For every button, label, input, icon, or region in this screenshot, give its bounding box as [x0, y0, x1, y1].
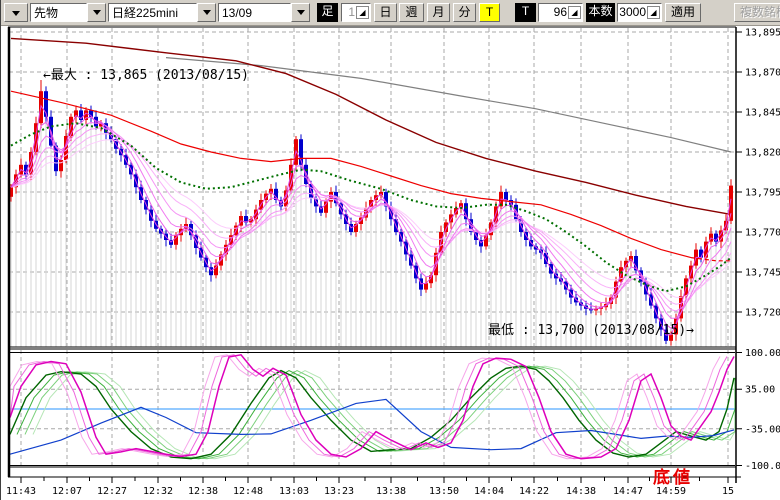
- svg-text:12:48: 12:48: [233, 486, 263, 497]
- svg-text:13,820: 13,820: [745, 148, 780, 159]
- svg-text:15: 15: [722, 486, 734, 497]
- svg-text:12:27: 12:27: [97, 486, 127, 497]
- bars-visible-value: 96: [554, 4, 568, 21]
- svg-text:12:32: 12:32: [143, 486, 173, 497]
- svg-text:-100.00: -100.00: [745, 461, 780, 472]
- period-minute-button[interactable]: 分: [453, 3, 476, 22]
- total-bars-value: 3000: [619, 4, 647, 21]
- contract-select-value: 13/09: [218, 3, 291, 22]
- svg-text:100.00: 100.00: [745, 348, 780, 359]
- svg-text:13,720: 13,720: [745, 308, 780, 319]
- svg-text:13,870: 13,870: [745, 68, 780, 79]
- svg-text:13,895: 13,895: [745, 28, 780, 39]
- symbol-select-value: 日経225mini: [108, 3, 197, 22]
- minute-input[interactable]: 1 ◢: [341, 3, 371, 22]
- svg-text:13,795: 13,795: [745, 188, 780, 199]
- main-chart-pane[interactable]: [9, 27, 736, 347]
- svg-text:13,770: 13,770: [745, 228, 780, 239]
- tick-chart-button[interactable]: T: [479, 3, 500, 22]
- svg-text:13:38: 13:38: [376, 486, 406, 497]
- market-select-value: 先物: [30, 3, 87, 22]
- window-menu-dropdown[interactable]: [4, 3, 28, 22]
- chart-canvas: 13,895 13,870 13,845 13,820 13,795 13,770 13,7…: [1, 25, 780, 500]
- stepper-icon[interactable]: ◢: [568, 6, 581, 19]
- svg-text:12:38: 12:38: [188, 486, 218, 497]
- period-week-button[interactable]: 週: [399, 3, 424, 22]
- chevron-down-icon: [203, 10, 211, 15]
- svg-text:35.00: 35.00: [745, 385, 775, 396]
- market-select[interactable]: 先物: [30, 3, 106, 22]
- chevron-down-icon: [93, 10, 101, 15]
- symbol-select-arrow[interactable]: [197, 3, 216, 22]
- svg-text:13,745: 13,745: [745, 268, 780, 279]
- oscillator-pane[interactable]: [9, 349, 736, 467]
- svg-text:11:43: 11:43: [6, 486, 36, 497]
- total-bars-input[interactable]: 3000 ◢: [617, 3, 662, 22]
- multi-symbol-button[interactable]: 複数銘柄: [734, 3, 780, 22]
- svg-text:-35.00: -35.00: [745, 424, 780, 435]
- svg-text:13:50: 13:50: [429, 486, 459, 497]
- toolbar: 先物 日経225mini 13/09 足 1 ◢ 日 週 月 分 T T 96 …: [1, 0, 780, 26]
- symbol-select[interactable]: 日経225mini: [108, 3, 216, 22]
- chart-region: 13,895 13,870 13,845 13,820 13,795 13,770 13,7…: [1, 25, 780, 500]
- contract-select[interactable]: 13/09: [218, 3, 310, 22]
- stepper-icon[interactable]: ◢: [356, 6, 369, 19]
- svg-text:12:07: 12:07: [52, 486, 82, 497]
- stepper-icon[interactable]: ◢: [647, 6, 660, 19]
- honsu-label: 本数: [586, 3, 615, 22]
- svg-text:14:47: 14:47: [613, 486, 643, 497]
- period-day-button[interactable]: 日: [374, 3, 397, 22]
- t-label: T: [515, 3, 536, 22]
- svg-text:14:38: 14:38: [566, 486, 596, 497]
- bars-visible-input[interactable]: 96 ◢: [538, 3, 583, 22]
- ashi-label: 足: [317, 3, 338, 22]
- svg-text:14:04: 14:04: [474, 486, 504, 497]
- svg-text:13:23: 13:23: [324, 486, 354, 497]
- market-select-arrow[interactable]: [87, 3, 106, 22]
- period-month-button[interactable]: 月: [427, 3, 450, 22]
- chevron-down-icon: [297, 10, 305, 15]
- bottom-price-annotation: 底値: [653, 467, 693, 488]
- minute-input-value: 1: [348, 4, 356, 21]
- svg-text:13,845: 13,845: [745, 108, 780, 119]
- svg-text:14:22: 14:22: [519, 486, 549, 497]
- apply-button[interactable]: 適用: [665, 3, 701, 22]
- svg-text:13:03: 13:03: [279, 486, 309, 497]
- chart-application-window: 先物 日経225mini 13/09 足 1 ◢ 日 週 月 分 T T 96 …: [0, 0, 780, 500]
- chevron-down-icon: [12, 11, 20, 16]
- contract-select-arrow[interactable]: [291, 3, 310, 22]
